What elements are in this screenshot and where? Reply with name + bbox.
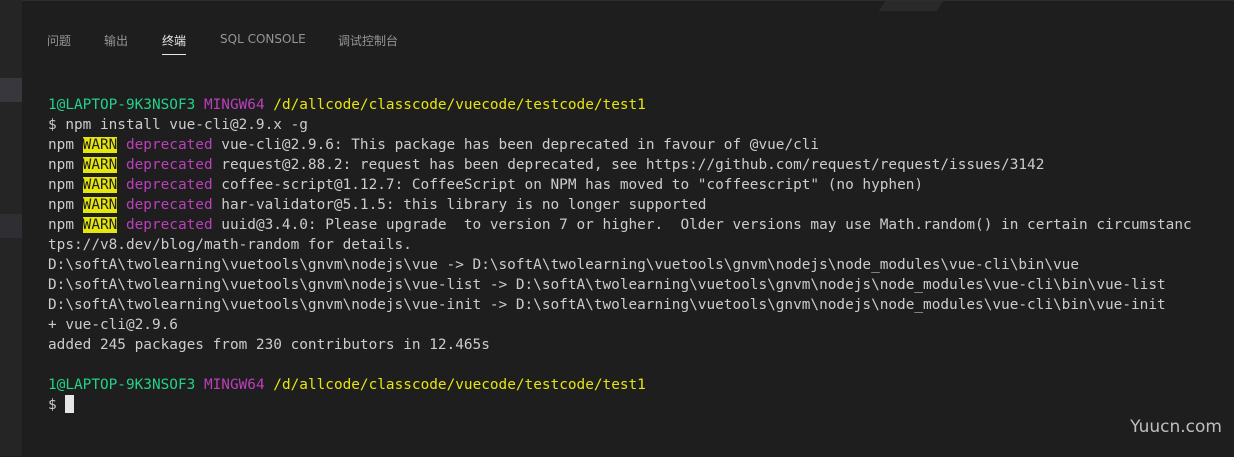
warn-badge: WARN bbox=[82, 137, 118, 153]
terminal-output[interactable]: 1@LAPTOP-9K3NSOF3 MINGW64 /d/allcode/cla… bbox=[48, 95, 1234, 435]
tab-output[interactable]: 输出 bbox=[104, 32, 128, 49]
warn-message: vue-cli@2.9.6: This package has been dep… bbox=[212, 137, 820, 153]
tab-label: 调试控制台 bbox=[338, 34, 399, 48]
terminal-panel: 问题 输出 终端 SQL CONSOLE 调试控制台 1@LAPTOP-9K3N… bbox=[22, 0, 1234, 457]
tab-terminal[interactable]: 终端 bbox=[162, 32, 187, 55]
prompt-shell: MINGW64 bbox=[203, 97, 265, 113]
prompt-path: /d/allcode/classcode/vuecode/testcode/te… bbox=[273, 377, 646, 393]
terminal-cursor bbox=[65, 395, 75, 413]
prompt-path: /d/allcode/classcode/vuecode/testcode/te… bbox=[273, 97, 646, 113]
npm-prefix: npm bbox=[48, 157, 83, 173]
tab-sql-console[interactable]: SQL CONSOLE bbox=[220, 32, 306, 46]
prompt-user: 1@LAPTOP-9K3NSOF3 bbox=[48, 377, 196, 393]
warn-line: npm WARN deprecated coffee-script@1.12.7… bbox=[48, 175, 1234, 195]
output-line: tps://v8.dev/blog/math-random for detail… bbox=[48, 237, 412, 253]
prompt-shell: MINGW64 bbox=[203, 377, 265, 393]
watermark-logo: Yuucn.com bbox=[1130, 417, 1222, 437]
npm-prefix: npm bbox=[48, 197, 83, 213]
npm-prefix: npm bbox=[48, 137, 83, 153]
deprecated-label: deprecated bbox=[125, 217, 213, 233]
strip-highlight bbox=[0, 78, 22, 102]
tab-problems[interactable]: 问题 bbox=[47, 32, 71, 49]
npm-prefix: npm bbox=[48, 217, 83, 233]
warn-badge: WARN bbox=[82, 157, 118, 173]
output-line: + vue-cli@2.9.6 bbox=[48, 317, 178, 333]
input-line[interactable]: $ bbox=[48, 395, 1234, 415]
deprecated-label: deprecated bbox=[125, 137, 213, 153]
output-line: D:\softA\twolearning\vuetools\gnvm\nodej… bbox=[48, 297, 1166, 313]
command-line: $ npm install vue-cli@2.9.x -g bbox=[48, 117, 308, 133]
input-prompt: $ bbox=[48, 397, 66, 413]
warn-line: npm WARN deprecated har-validator@5.1.5:… bbox=[48, 195, 1234, 215]
warn-line: npm WARN deprecated vue-cli@2.9.6: This … bbox=[48, 135, 1234, 155]
strip-highlight bbox=[0, 214, 22, 238]
warn-badge: WARN bbox=[82, 217, 118, 233]
tab-label: SQL CONSOLE bbox=[220, 32, 306, 46]
warn-message: har-validator@5.1.5: this library is no … bbox=[212, 197, 707, 213]
warn-message: request@2.88.2: request has been depreca… bbox=[212, 157, 1045, 173]
warn-badge: WARN bbox=[82, 197, 118, 213]
warn-message: coffee-script@1.12.7: CoffeeScript on NP… bbox=[212, 177, 924, 193]
prompt-user: 1@LAPTOP-9K3NSOF3 bbox=[48, 97, 196, 113]
tab-label: 终端 bbox=[162, 34, 187, 48]
output-line: D:\softA\twolearning\vuetools\gnvm\nodej… bbox=[48, 277, 1166, 293]
active-tab-underline bbox=[162, 54, 187, 55]
tab-label: 问题 bbox=[47, 34, 72, 48]
warn-message: uuid@3.4.0: Please upgrade to version 7 … bbox=[212, 217, 1192, 233]
deprecated-label: deprecated bbox=[125, 197, 213, 213]
output-line: added 245 packages from 230 contributors… bbox=[48, 337, 490, 353]
tab-label: 输出 bbox=[104, 34, 129, 48]
prompt-line: 1@LAPTOP-9K3NSOF3 MINGW64 /d/allcode/cla… bbox=[48, 375, 1234, 395]
prompt-line: 1@LAPTOP-9K3NSOF3 MINGW64 /d/allcode/cla… bbox=[48, 95, 1234, 115]
deprecated-label: deprecated bbox=[125, 177, 213, 193]
warn-line: npm WARN deprecated uuid@3.4.0: Please u… bbox=[48, 215, 1234, 235]
npm-prefix: npm bbox=[48, 177, 83, 193]
tab-debug-console[interactable]: 调试控制台 bbox=[338, 32, 398, 49]
panel-tabs: 问题 输出 终端 SQL CONSOLE 调试控制台 bbox=[22, 1, 1234, 61]
output-line: D:\softA\twolearning\vuetools\gnvm\nodej… bbox=[48, 257, 1080, 273]
activity-strip bbox=[0, 0, 22, 456]
warn-badge: WARN bbox=[82, 177, 118, 193]
deprecated-label: deprecated bbox=[125, 157, 213, 173]
warn-line: npm WARN deprecated request@2.88.2: requ… bbox=[48, 155, 1234, 175]
